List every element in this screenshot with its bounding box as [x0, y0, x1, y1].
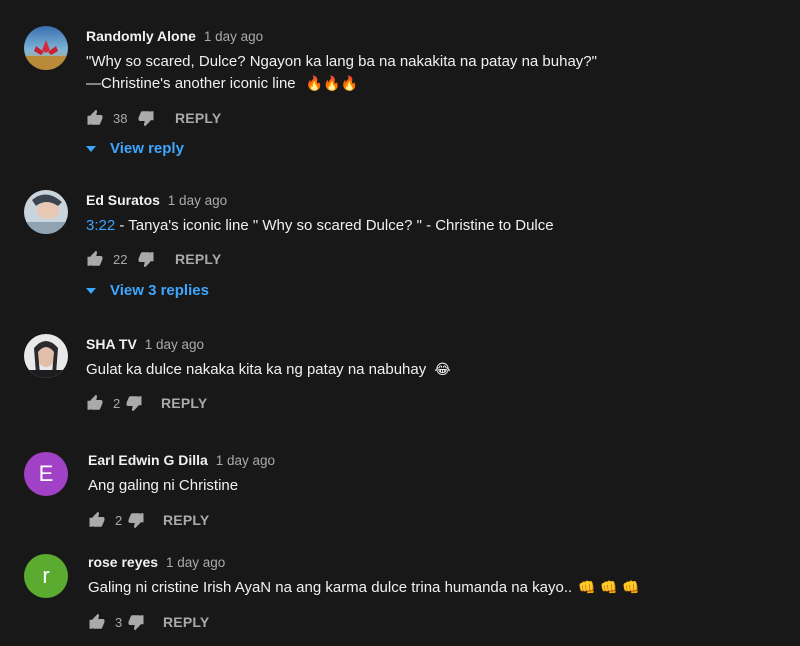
fist-emoji: 👊 👊 👊 [578, 580, 640, 596]
author-name[interactable]: Ed Suratos [86, 192, 160, 208]
comment-time[interactable]: 1 day ago [216, 453, 275, 468]
thumb-down-icon[interactable] [137, 250, 155, 268]
thumb-up-icon[interactable] [88, 613, 106, 631]
like-count: 22 [113, 251, 128, 267]
comment-text-line: Ang galing ni Christine [88, 477, 239, 494]
thumb-down-icon[interactable] [125, 394, 143, 412]
comment-time[interactable]: 1 day ago [204, 29, 263, 44]
author-line: Earl Edwin G Dilla 1 day ago [88, 452, 275, 468]
comment-text: —Christine's another iconic line 🔥🔥🔥 [86, 73, 358, 95]
comment-actions: 2 REPLY [88, 510, 209, 530]
timestamp-link[interactable]: 3:22 [86, 217, 115, 234]
caret-down-icon [86, 145, 96, 152]
author-name[interactable]: Earl Edwin G Dilla [88, 452, 208, 468]
comment-text-line: - Tanya's iconic line " Why so scared Du… [115, 217, 554, 234]
author-line: Ed Suratos 1 day ago [86, 192, 227, 208]
avatar-letter: r [42, 563, 50, 588]
thumb-up-icon[interactable] [86, 109, 104, 127]
thumb-down-icon[interactable] [127, 511, 145, 529]
avatar[interactable]: E [24, 452, 68, 496]
photo-avatar-icon [24, 190, 68, 234]
reply-button[interactable]: REPLY [175, 251, 221, 267]
comment-text: 3:22 - Tanya's iconic line " Why so scar… [86, 215, 554, 237]
comment-text-line: Gulat ka dulce nakaka kita ka ng patay n… [86, 361, 427, 378]
comment-time[interactable]: 1 day ago [166, 555, 225, 570]
author-line: rose reyes 1 day ago [88, 554, 225, 570]
reply-button[interactable]: REPLY [161, 395, 207, 411]
view-replies-button[interactable]: View 3 replies [86, 282, 209, 299]
reply-button[interactable]: REPLY [163, 614, 209, 630]
like-count: 2 [115, 512, 123, 528]
laughing-emoji: 😂 [434, 362, 451, 378]
fire-emoji: 🔥🔥🔥 [305, 76, 359, 92]
comment-text: Ang galing ni Christine [88, 475, 238, 497]
author-name[interactable]: Randomly Alone [86, 28, 196, 44]
comment-actions: 3 REPLY [88, 612, 209, 632]
comment-text: "Why so scared, Dulce? Ngayon ka lang ba… [86, 51, 597, 73]
author-name[interactable]: rose reyes [88, 554, 158, 570]
like-count: 2 [113, 395, 121, 411]
view-replies-button[interactable]: View reply [86, 140, 184, 157]
like-count: 38 [113, 110, 128, 126]
avatar[interactable] [24, 26, 68, 70]
author-line: SHA TV 1 day ago [86, 336, 204, 352]
thumb-up-icon[interactable] [86, 394, 104, 412]
comment-text: Galing ni cristine Irish AyaN na ang kar… [88, 577, 640, 599]
comment-text: Gulat ka dulce nakaka kita ka ng patay n… [86, 359, 451, 381]
comment-actions: 38 REPLY [86, 108, 221, 128]
comment-text-line: —Christine's another iconic line [86, 75, 296, 92]
author-name[interactable]: SHA TV [86, 336, 137, 352]
thumb-up-icon[interactable] [88, 511, 106, 529]
reply-button[interactable]: REPLY [163, 512, 209, 528]
thumb-down-icon[interactable] [137, 109, 155, 127]
thumb-up-icon[interactable] [86, 250, 104, 268]
avatar[interactable] [24, 334, 68, 378]
view-replies-label: View reply [110, 140, 184, 157]
comments-section: Randomly Alone 1 day ago "Why so scared,… [0, 0, 800, 646]
caret-down-icon [86, 287, 96, 294]
comment-actions: 22 REPLY [86, 249, 221, 269]
comment-actions: 2 REPLY [86, 393, 207, 413]
avatar[interactable]: r [24, 554, 68, 598]
comment-time[interactable]: 1 day ago [168, 193, 227, 208]
photo-avatar-icon [24, 334, 68, 378]
like-count: 3 [115, 614, 123, 630]
thumb-down-icon[interactable] [127, 613, 145, 631]
avatar[interactable] [24, 190, 68, 234]
comment-text-line: "Why so scared, Dulce? Ngayon ka lang ba… [86, 53, 597, 70]
lotus-avatar-icon [24, 26, 68, 70]
author-line: Randomly Alone 1 day ago [86, 28, 263, 44]
comment-text-line: Galing ni cristine Irish AyaN na ang kar… [88, 579, 573, 596]
avatar-letter: E [38, 461, 54, 486]
comment-time[interactable]: 1 day ago [145, 337, 204, 352]
reply-button[interactable]: REPLY [175, 110, 221, 126]
view-replies-label: View 3 replies [110, 282, 209, 299]
